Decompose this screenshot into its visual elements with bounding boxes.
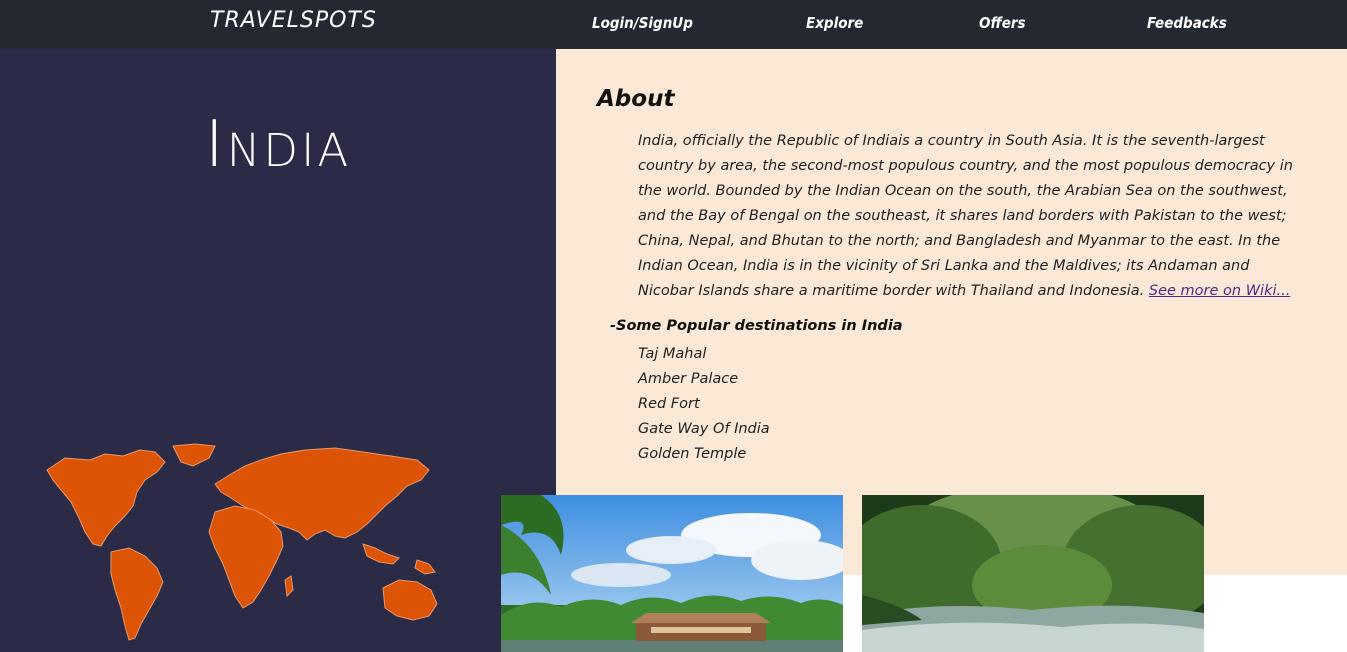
destinations-heading: -Some Popular destinations in India	[610, 318, 903, 334]
about-paragraph: India, officially the Republic of Indiai…	[638, 129, 1293, 304]
brand-logo[interactable]: TRAVELSPOTS	[210, 8, 377, 33]
nav-feedbacks[interactable]: Feedbacks	[1147, 14, 1227, 32]
forest-river-photo	[862, 495, 1204, 652]
destinations-list: Taj Mahal Amber Palace Red Fort Gate Way…	[638, 342, 770, 467]
about-text: India, officially the Republic of Indiai…	[638, 133, 1293, 299]
about-heading: About	[597, 86, 675, 112]
kerala-backwaters-photo	[501, 495, 843, 652]
country-title: India	[204, 108, 352, 182]
destination-item: Red Fort	[638, 396, 700, 412]
nav-offers[interactable]: Offers	[979, 14, 1026, 32]
nav-login-signup[interactable]: Login/SignUp	[592, 14, 693, 32]
destination-item: Taj Mahal	[638, 346, 707, 362]
top-navbar: TRAVELSPOTS Login/SignUp Explore Offers …	[0, 0, 1347, 49]
nav-explore[interactable]: Explore	[806, 14, 863, 32]
wiki-link[interactable]: See more on Wiki...	[1149, 283, 1290, 299]
world-map-icon	[46, 443, 438, 641]
destination-item: Amber Palace	[638, 371, 739, 387]
destination-item: Gate Way Of India	[638, 421, 770, 437]
destination-item: Golden Temple	[638, 446, 747, 462]
